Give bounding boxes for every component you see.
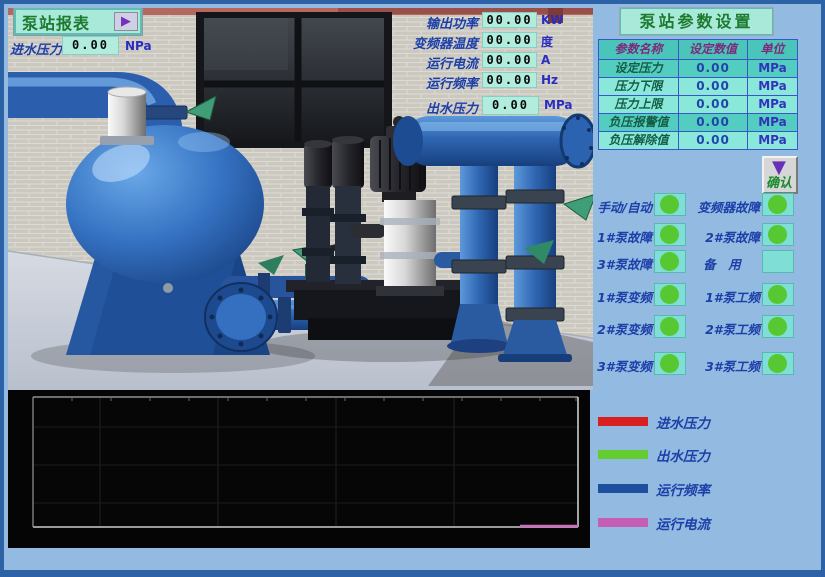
report-button[interactable]: 泵站报表 ▶ (14, 8, 142, 35)
lamp-on-icon (768, 195, 787, 214)
lamp-on-icon (768, 285, 787, 304)
settings-row-vacuum-release: 负压解除值 0.00 MPa (599, 132, 797, 149)
lamp-vfd-fault (762, 193, 794, 216)
status-label-pump2-fault: 2#泵故障 (684, 227, 760, 246)
inverter-temp-value: 00.00 (482, 32, 537, 48)
inlet-pressure-unit: NPa (125, 39, 152, 53)
status-label-manual-auto: 手动/自动 (582, 197, 652, 216)
col-param-name: 参数名称 (599, 40, 679, 59)
lamp-manual-auto (654, 193, 686, 216)
trend-chart (8, 390, 590, 548)
trend-chart-plot (8, 390, 590, 548)
inverter-temp-label: 变频器温度 (328, 33, 478, 52)
status-row-4: 1#泵变频 1#泵工频 (588, 283, 821, 307)
status-row-5: 2#泵变频 2#泵工频 (588, 315, 821, 339)
run-current-value: 00.00 (482, 52, 537, 68)
run-current-unit: A (541, 53, 550, 67)
lamp-on-icon (660, 252, 679, 271)
outlet-pressure-label: 出水压力 (328, 98, 478, 117)
hmi-window: 泵站报表 ▶ 进水压力 0.00 NPa 输出功率 00.00 KW 变频器温度… (0, 0, 825, 577)
run-frequency-unit: Hz (541, 73, 558, 87)
lamp-on-icon (660, 195, 679, 214)
status-row-3: 3#泵故障 备 用 (588, 250, 821, 274)
legend-label-outlet-pressure: 出水压力 (656, 445, 710, 465)
lamp-pump2-fault (762, 223, 794, 246)
status-label-pump1-vfd: 1#泵变频 (588, 287, 652, 306)
confirm-button-label: 确认 (766, 172, 792, 191)
outlet-pressure-value: 0.00 (482, 96, 539, 115)
status-label-pump2-mains: 2#泵工频 (684, 319, 760, 338)
lamp-pump1-vfd (654, 283, 686, 306)
lamp-on-icon (660, 354, 679, 373)
lamp-on-icon (768, 354, 787, 373)
settings-row-pressure-high-limit: 压力上限 0.00 MPa (599, 96, 797, 114)
lamp-on-icon (768, 317, 787, 336)
inlet-pressure-label: 进水压力 (10, 39, 62, 58)
status-row-1: 手动/自动 变频器故障 (588, 193, 821, 217)
setpoint-field[interactable]: 0.00 (679, 60, 748, 77)
status-label-vfd-fault: 变频器故障 (684, 197, 760, 216)
col-set-value: 设定数值 (679, 40, 748, 59)
status-row-2: 1#泵故障 2#泵故障 (588, 223, 821, 247)
lamp-pump1-mains (762, 283, 794, 306)
lamp-pump2-vfd (654, 315, 686, 338)
status-label-pump1-mains: 1#泵工频 (684, 287, 760, 306)
pump-station-3d-view: 泵站报表 ▶ 进水压力 0.00 NPa 输出功率 00.00 KW 变频器温度… (8, 8, 593, 390)
lamp-on-icon (660, 225, 679, 244)
legend-swatch-run-current (598, 518, 648, 527)
outlet-pressure-unit: MPa (544, 98, 573, 112)
run-frequency-label: 运行频率 (328, 73, 478, 92)
report-button-label: 泵站报表 (16, 10, 90, 34)
hmi-background: 泵站报表 ▶ 进水压力 0.00 NPa 输出功率 00.00 KW 变频器温度… (4, 4, 821, 570)
legend-swatch-outlet-pressure (598, 450, 648, 459)
lamp-pump2-mains (762, 315, 794, 338)
legend-swatch-run-frequency (598, 484, 648, 493)
lamp-on-icon (660, 317, 679, 336)
status-label-pump2-vfd: 2#泵变频 (588, 319, 652, 338)
tank-vent-cylinder (108, 92, 146, 138)
lamp-pump3-mains (762, 352, 794, 375)
report-arrow-button[interactable]: ▶ (114, 12, 138, 31)
lamp-pump1-fault (654, 223, 686, 246)
settings-panel-title: 泵站参数设置 (620, 8, 773, 35)
run-frequency-value: 00.00 (482, 72, 537, 88)
setpoint-field[interactable]: 0.00 (679, 114, 748, 131)
legend-label-run-frequency: 运行频率 (656, 479, 710, 499)
setpoint-field[interactable]: 0.00 (679, 78, 748, 95)
status-label-pump1-fault: 1#泵故障 (588, 227, 652, 246)
inverter-temp-unit: 度 (541, 33, 553, 50)
status-row-6: 3#泵变频 3#泵工频 (588, 352, 821, 376)
col-unit: 单位 (748, 40, 797, 59)
settings-table: 参数名称 设定数值 单位 设定压力 0.00 MPa 压力下限 0.00 MPa… (598, 39, 798, 150)
output-power-value: 00.00 (482, 12, 537, 28)
status-label-pump3-mains: 3#泵工频 (684, 356, 760, 375)
legend-label-inlet-pressure: 进水压力 (656, 412, 710, 432)
settings-row-set-pressure: 设定压力 0.00 MPa (599, 60, 797, 78)
setpoint-field[interactable]: 0.00 (679, 96, 748, 113)
status-label-pump3-fault: 3#泵故障 (588, 254, 652, 273)
output-power-label: 输出功率 (328, 13, 478, 32)
inlet-pressure-value: 0.00 (62, 36, 119, 55)
status-label-pump3-vfd: 3#泵变频 (588, 356, 652, 375)
settings-table-header: 参数名称 设定数值 单位 (599, 40, 797, 60)
legend-swatch-inlet-pressure (598, 417, 648, 426)
setpoint-field[interactable]: 0.00 (679, 132, 748, 149)
lamp-on-icon (768, 225, 787, 244)
lamp-spare-empty (762, 250, 794, 273)
lamp-on-icon (660, 285, 679, 304)
confirm-button[interactable]: ▼ 确认 (762, 156, 798, 194)
lamp-pump3-vfd (654, 352, 686, 375)
status-label-spare: 备 用 (684, 254, 760, 273)
lamp-pump3-fault (654, 250, 686, 273)
legend-label-run-current: 运行电流 (656, 513, 710, 533)
settings-row-pressure-low-limit: 压力下限 0.00 MPa (599, 78, 797, 96)
output-power-unit: KW (541, 13, 564, 27)
play-icon: ▶ (121, 15, 131, 28)
run-current-label: 运行电流 (328, 53, 478, 72)
pump-body (384, 200, 436, 288)
settings-row-vacuum-alarm: 负压报警值 0.00 MPa (599, 114, 797, 132)
